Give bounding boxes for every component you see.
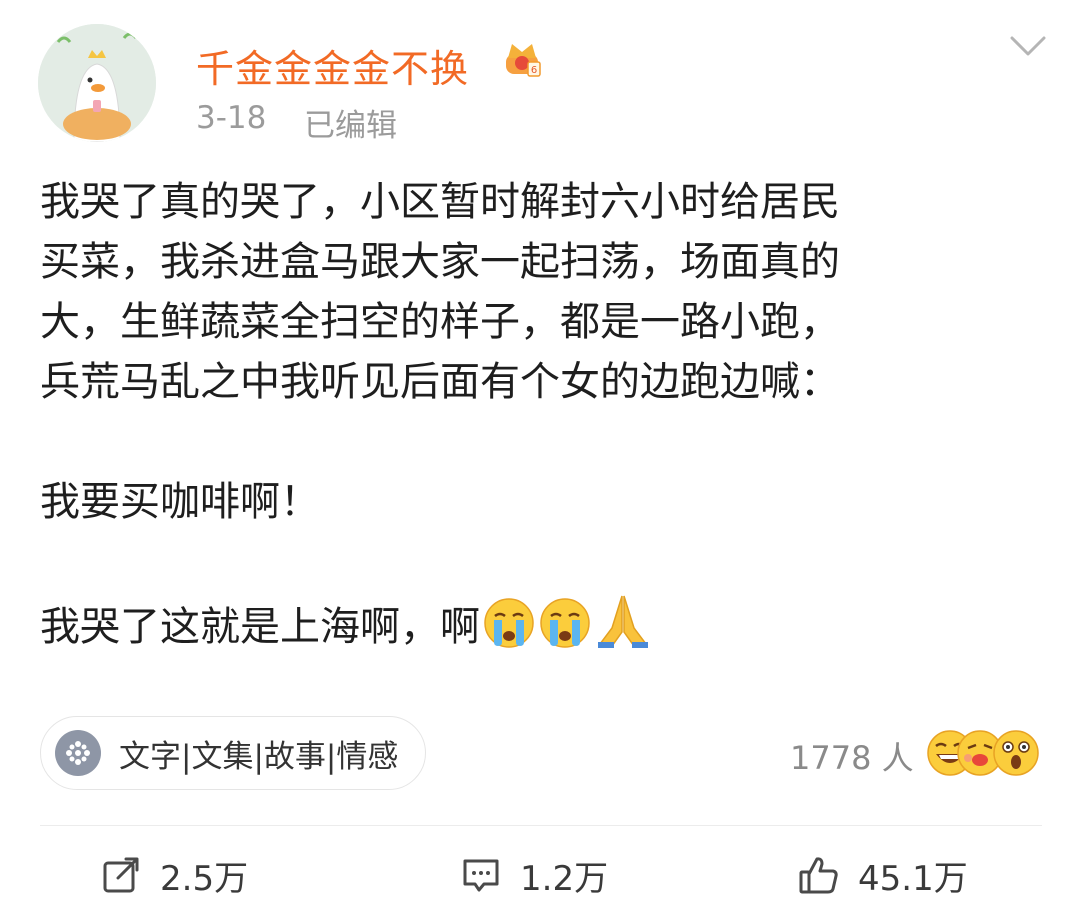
comment-button[interactable]: 1.2万 [460,850,608,900]
topic-chip[interactable]: 文字|文集|故事|情感 [40,716,426,790]
username[interactable]: 千金金金金不换 [196,38,469,93]
crying-emoji-icon [540,598,590,648]
crying-emoji-icon [484,598,534,648]
topic-label: 文字|文集|故事|情感 [119,738,399,775]
like-button[interactable]: 45.1万 [798,850,968,900]
repost-count: 2.5万 [160,858,249,899]
post-quote: 我要买咖啡啊！ [40,479,320,525]
repost-button[interactable]: 2.5万 [100,850,248,900]
post-line: 兵荒马乱之中我听见后面有个女的边跑边喊： [40,359,840,405]
chevron-down-icon[interactable] [1008,34,1048,60]
reaction-count[interactable]: 1778 人 [790,733,914,779]
thumbs-up-icon [799,857,838,894]
topic-icon [55,730,101,776]
divider [40,825,1042,826]
surprised-emoji-icon [993,730,1039,776]
post-closing-text: 我哭了这就是上海啊，啊 [40,604,480,650]
comment-icon [463,859,499,892]
repost-icon [103,857,139,893]
pray-emoji-icon [598,595,648,648]
post-line: 买菜，我杀进盒马跟大家一起扫荡，场面真的 [40,239,840,285]
reaction-emojis[interactable] [924,728,1042,778]
comment-count: 1.2万 [520,858,609,899]
svg-text:6: 6 [531,65,537,76]
edited-label: 已编辑 [304,108,397,144]
post-line: 大，生鲜蔬菜全扫空的样子，都是一路小跑， [40,299,840,345]
post-line: 我哭了真的哭了，小区暂时解封六小时给居民 [40,179,840,225]
like-count: 45.1万 [858,858,968,899]
crown-icon: 6 [506,44,541,77]
avatar[interactable] [38,24,156,142]
post-date: 3-18 [196,100,267,136]
post-closing-line: 我哭了这就是上海啊，啊 [40,592,1050,657]
post-body: 我哭了真的哭了，小区暂时解封六小时给居民 买菜，我杀进盒马跟大家一起扫荡，场面真… [40,172,1050,657]
